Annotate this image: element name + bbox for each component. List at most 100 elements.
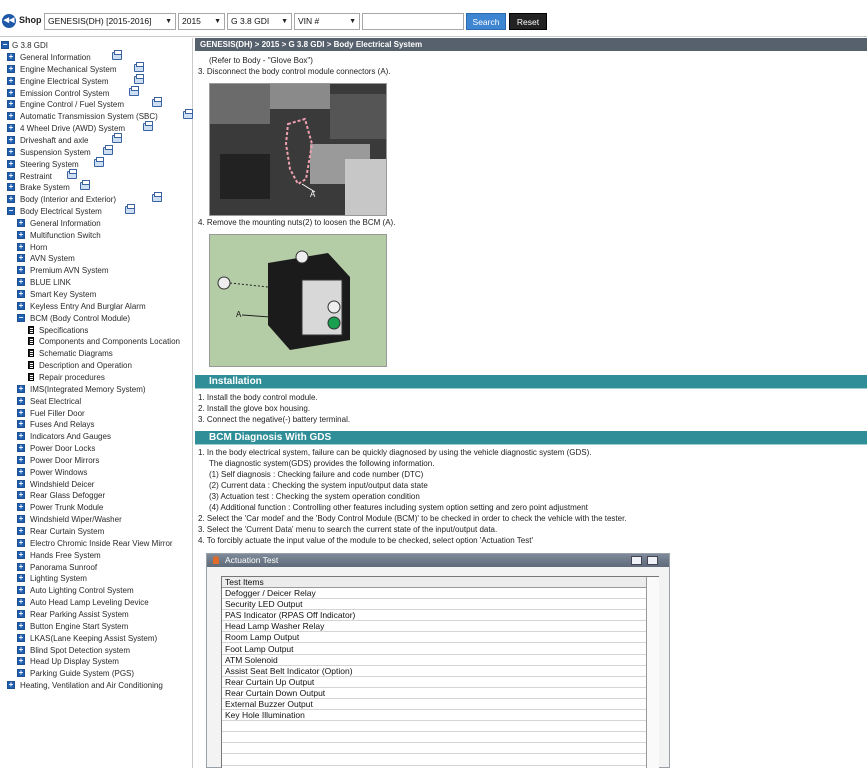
printer-icon[interactable] <box>80 180 91 191</box>
expand-icon[interactable]: + <box>7 64 15 73</box>
expand-icon[interactable]: + <box>7 171 15 180</box>
expand-icon[interactable]: + <box>7 135 15 144</box>
expand-icon[interactable]: + <box>17 290 25 298</box>
table-row[interactable]: Assist Seat Belt Indicator (Option) <box>222 666 646 677</box>
expand-icon[interactable]: + <box>17 503 25 512</box>
expand-icon[interactable]: + <box>17 444 25 453</box>
expand-icon[interactable]: + <box>7 124 15 133</box>
expand-icon[interactable]: + <box>17 479 25 488</box>
expand-icon[interactable]: + <box>17 420 25 429</box>
expand-icon[interactable]: + <box>7 681 15 690</box>
expand-icon[interactable]: + <box>17 384 25 393</box>
table-row[interactable]: Head Lamp Washer Relay <box>222 621 646 633</box>
expand-icon[interactable]: + <box>17 408 25 417</box>
expand-icon[interactable]: + <box>7 195 15 204</box>
printer-icon[interactable] <box>142 121 153 132</box>
printer-icon[interactable] <box>111 132 122 143</box>
sidebar-item-label: Panorama Sunroof <box>30 562 98 572</box>
table-row[interactable]: Room Lamp Output <box>222 632 646 644</box>
expand-icon[interactable]: + <box>17 574 25 583</box>
expand-icon[interactable]: + <box>17 562 25 571</box>
sidebar-item-label: Windshield Deicer <box>30 479 95 489</box>
engine-select[interactable]: G 3.8 GDI ▼ <box>227 13 292 30</box>
expand-icon[interactable]: + <box>7 147 15 156</box>
document-icon[interactable] <box>28 349 34 358</box>
expand-icon[interactable]: + <box>17 230 25 239</box>
collapse-icon[interactable]: − <box>17 313 25 322</box>
expand-icon[interactable]: + <box>17 609 25 618</box>
table-row[interactable]: Rear Curtain Down Output <box>222 688 646 699</box>
expand-icon[interactable]: + <box>17 491 25 500</box>
expand-icon[interactable]: + <box>17 301 25 310</box>
table-row[interactable]: Foot Lamp Output <box>222 644 646 655</box>
expand-icon[interactable]: + <box>17 669 25 678</box>
expand-icon[interactable]: + <box>7 53 15 61</box>
expand-icon[interactable]: + <box>17 254 25 263</box>
printer-icon[interactable] <box>151 97 162 108</box>
reset-button[interactable]: Reset <box>509 13 547 30</box>
close-icon[interactable] <box>647 556 658 565</box>
table-scrollbar[interactable] <box>646 577 659 768</box>
expand-icon[interactable]: + <box>17 242 25 251</box>
install-step-3: 3. Connect the negative(-) battery termi… <box>198 415 351 424</box>
expand-icon[interactable]: + <box>17 515 25 524</box>
document-icon[interactable] <box>28 337 34 346</box>
collapse-icon[interactable]: − <box>7 207 15 216</box>
expand-icon[interactable]: + <box>7 112 15 121</box>
expand-icon[interactable]: + <box>17 550 25 559</box>
expand-icon[interactable]: + <box>17 432 25 441</box>
printer-icon[interactable] <box>111 50 122 60</box>
expand-icon[interactable]: + <box>17 396 25 405</box>
table-row[interactable]: ATM Solenoid <box>222 655 646 666</box>
printer-icon[interactable] <box>133 61 144 72</box>
document-icon[interactable] <box>28 325 34 334</box>
model-select[interactable]: GENESIS(DH) [2015-2016] ▼ <box>44 13 176 30</box>
expand-icon[interactable]: + <box>7 76 15 85</box>
expand-icon[interactable]: + <box>17 586 25 595</box>
document-icon[interactable] <box>28 361 34 370</box>
expand-icon[interactable]: + <box>17 278 25 287</box>
printer-icon[interactable] <box>129 85 140 96</box>
print-icon[interactable] <box>631 556 642 565</box>
printer-icon[interactable] <box>102 144 113 155</box>
expand-icon[interactable]: + <box>17 467 25 476</box>
printer-icon[interactable] <box>67 168 78 179</box>
expand-icon[interactable]: + <box>17 645 25 654</box>
expand-icon[interactable]: + <box>17 538 25 547</box>
year-select[interactable]: 2015 ▼ <box>178 13 225 30</box>
sidebar-item-label: Power Windows <box>30 467 88 477</box>
expand-icon[interactable]: + <box>17 218 25 227</box>
printer-icon[interactable] <box>182 109 193 120</box>
expand-icon[interactable]: + <box>17 527 25 535</box>
printer-icon[interactable] <box>124 204 135 215</box>
vin-input[interactable] <box>362 13 464 30</box>
document-icon[interactable] <box>28 372 34 381</box>
expand-icon[interactable]: + <box>7 88 15 97</box>
printer-icon[interactable] <box>133 73 144 84</box>
expand-icon[interactable]: + <box>17 633 25 642</box>
printer-icon[interactable] <box>151 192 162 203</box>
search-button[interactable]: Search <box>466 13 506 30</box>
table-row[interactable]: Rear Curtain Up Output <box>222 677 646 688</box>
expand-icon[interactable]: + <box>17 621 25 630</box>
back-icon[interactable]: ◀◀ <box>2 14 16 28</box>
table-row[interactable]: External Buzzer Output <box>222 699 646 710</box>
sidebar-item-label: Rear Glass Defogger <box>30 491 106 501</box>
expand-icon[interactable]: + <box>7 183 15 192</box>
expand-icon[interactable]: + <box>17 598 25 607</box>
expand-icon[interactable]: + <box>17 657 25 666</box>
table-row[interactable]: Security LED Output <box>222 599 646 611</box>
table-row[interactable]: PAS Indicator (RPAS Off Indicator) <box>222 610 646 622</box>
expand-icon[interactable]: + <box>7 159 15 168</box>
expand-icon[interactable]: + <box>7 100 15 109</box>
chevron-down-icon: ▼ <box>349 18 356 25</box>
collapse-icon[interactable]: − <box>1 41 9 49</box>
expand-icon[interactable]: + <box>17 266 25 275</box>
printer-icon[interactable] <box>93 156 104 167</box>
expand-icon[interactable]: + <box>17 455 25 464</box>
table-row[interactable]: Key Hole Illumination <box>222 710 646 722</box>
vin-select[interactable]: VIN # ▼ <box>294 13 360 30</box>
sidebar-item-label: Lighting System <box>30 574 87 584</box>
sidebar-item-label: Smart Key System <box>30 290 97 299</box>
table-row[interactable]: Defogger / Deicer Relay <box>222 588 646 599</box>
